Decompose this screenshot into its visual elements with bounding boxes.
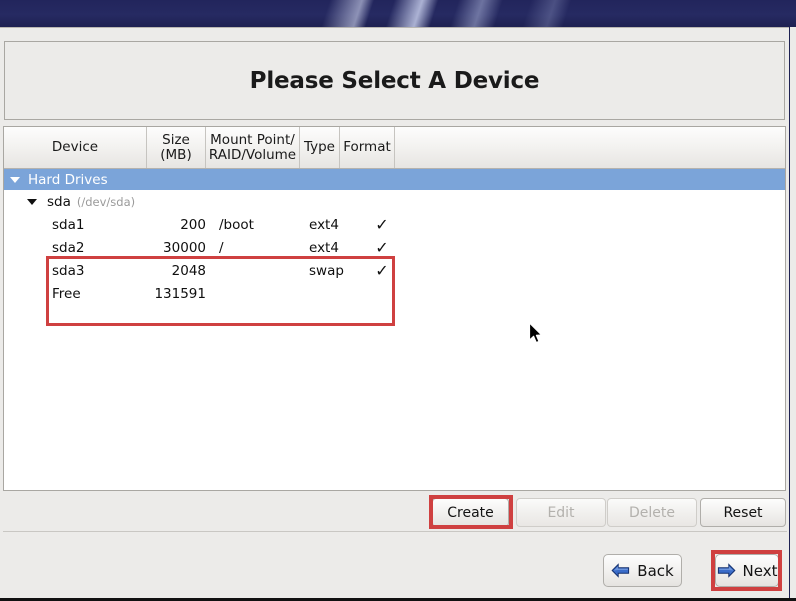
nav-separator xyxy=(3,531,787,532)
back-button-label: Back xyxy=(637,561,674,580)
column-header-device[interactable]: Device xyxy=(4,127,147,168)
device-list-header: Device Size (MB) Mount Point/ RAID/Volum… xyxy=(4,127,785,169)
cell-device: sda3 xyxy=(52,262,85,279)
cell-size: 2048 xyxy=(171,262,206,279)
column-header-type-label: Type xyxy=(303,139,335,156)
column-header-format-label: Format xyxy=(343,139,391,156)
cell-device: sda2 xyxy=(52,239,85,256)
arrow-right-icon xyxy=(717,563,736,578)
column-header-mount-point[interactable]: Mount Point/ RAID/Volume xyxy=(206,127,300,168)
list-row-hard-drives[interactable]: Hard Drives xyxy=(4,169,785,190)
cell-type: swap xyxy=(309,262,344,279)
title-panel: Please Select A Device xyxy=(4,41,785,120)
column-header-device-label: Device xyxy=(51,139,99,156)
cell-size: 131591 xyxy=(154,285,206,302)
cell-device: sda1 xyxy=(52,216,85,233)
create-button[interactable]: Create xyxy=(432,498,509,527)
cell-size: 200 xyxy=(180,216,206,233)
drive-path-sda: (/dev/sda) xyxy=(76,194,136,209)
edit-button: Edit xyxy=(516,498,606,527)
cell-type: ext4 xyxy=(309,216,339,233)
action-button-row: Create Edit Delete Reset xyxy=(0,495,790,530)
cell-mount: / xyxy=(219,239,224,256)
back-button[interactable]: Back xyxy=(603,554,682,587)
column-header-size-label-line2: (MB) xyxy=(160,146,192,163)
table-row[interactable]: sda3 2048 swap ✓ xyxy=(4,259,785,282)
chevron-down-icon[interactable] xyxy=(27,196,38,207)
window-banner xyxy=(0,0,796,28)
column-header-size[interactable]: Size (MB) xyxy=(147,127,206,168)
column-header-format[interactable]: Format xyxy=(340,127,395,168)
nav-button-row: Back Next xyxy=(0,548,796,593)
next-button-label: Next xyxy=(742,561,778,580)
device-list-panel[interactable]: Device Size (MB) Mount Point/ RAID/Volum… xyxy=(3,126,786,491)
chevron-down-icon[interactable] xyxy=(10,174,21,185)
column-header-mount-label-line2: RAID/Volume xyxy=(208,146,297,163)
delete-button: Delete xyxy=(607,498,697,527)
cell-type: ext4 xyxy=(309,239,339,256)
column-header-type[interactable]: Type xyxy=(300,127,340,168)
drive-label-sda: sda xyxy=(47,193,71,210)
cell-format-checkmark-icon: ✓ xyxy=(375,239,389,256)
cell-size: 30000 xyxy=(163,239,206,256)
group-label-hard-drives: Hard Drives xyxy=(28,171,108,188)
reset-button[interactable]: Reset xyxy=(700,498,786,527)
device-list-body: Hard Drives sda (/dev/sda) sda1 200 /boo… xyxy=(4,169,785,326)
cell-format-checkmark-icon: ✓ xyxy=(375,216,389,233)
table-row[interactable]: Free 131591 xyxy=(4,282,785,305)
cell-format-checkmark-icon: ✓ xyxy=(375,262,389,279)
window-frame-right xyxy=(789,27,796,601)
cell-device: Free xyxy=(52,285,81,302)
page-title: Please Select A Device xyxy=(249,67,540,94)
cell-mount: /boot xyxy=(219,216,254,233)
list-row-sda[interactable]: sda (/dev/sda) xyxy=(4,190,785,213)
column-header-filler xyxy=(395,127,785,168)
next-button[interactable]: Next xyxy=(715,554,779,587)
table-row[interactable]: sda1 200 /boot ext4 ✓ xyxy=(4,213,785,236)
table-row[interactable]: sda2 30000 / ext4 ✓ xyxy=(4,236,785,259)
arrow-left-icon xyxy=(611,563,630,578)
